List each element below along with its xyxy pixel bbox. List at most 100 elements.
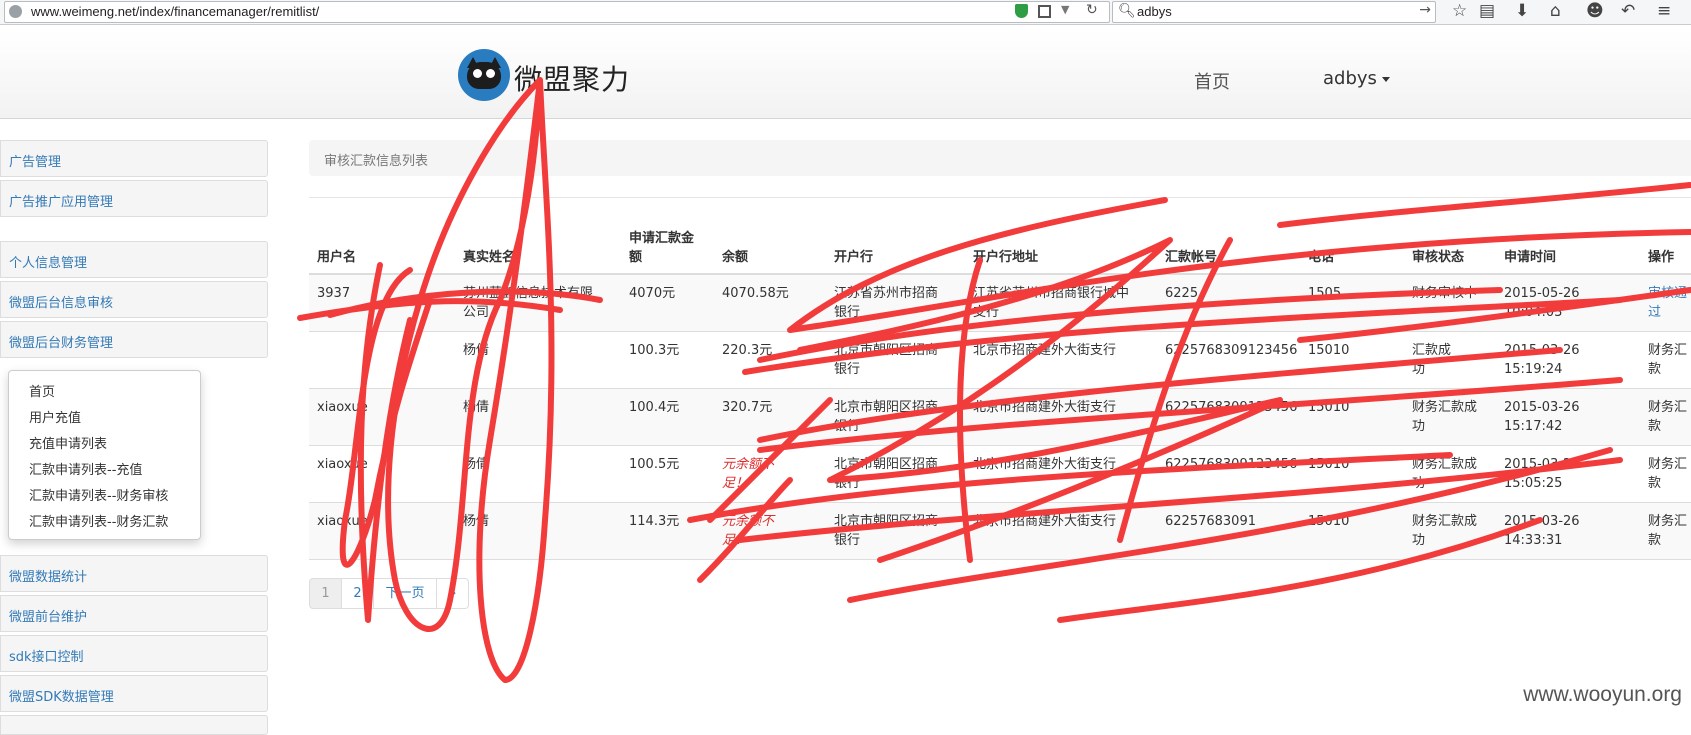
nav-home-link[interactable]: 首页 xyxy=(1194,68,1230,94)
cell-amount: 100.4元 xyxy=(629,400,680,415)
col-bank-address: 开户行地址 xyxy=(973,250,1039,265)
qr-icon[interactable] xyxy=(1038,5,1051,18)
menu-icon[interactable]: ≡ xyxy=(1657,1,1671,21)
cell-real-name: 杨倩 xyxy=(463,514,490,529)
sidebar-item-label: 微盟SDK数据管理 xyxy=(9,690,114,705)
sidebar-item-ad-management[interactable]: 广告管理 xyxy=(0,140,268,177)
cell-real-name: 苏州蓝鹤信息技术有限 公司 xyxy=(463,286,594,320)
cell-balance-warning: 元余额不 足！ xyxy=(722,514,775,548)
back-icon[interactable]: ↶ xyxy=(1621,1,1635,21)
submenu-item-remit-pay[interactable]: 汇款申请列表--财务汇款 xyxy=(29,511,168,530)
address-bar[interactable]: www.weimeng.net/index/financemanager/rem… xyxy=(4,1,1110,23)
sidebar-item-label: 广告管理 xyxy=(9,155,62,170)
cell-bank-address: 江苏省苏州市招商银行城中 支行 xyxy=(973,286,1130,320)
sidebar-item-ad-app-management[interactable]: 广告推广应用管理 xyxy=(0,180,268,217)
reader-icon[interactable]: ▤ xyxy=(1479,1,1495,21)
sidebar-item-more[interactable] xyxy=(0,715,268,735)
cell-bank-address: 北京市招商建外大街支行 xyxy=(973,400,1117,415)
sidebar-item-finance[interactable]: 微盟后台财务管理 xyxy=(0,321,268,358)
cell-bank: 北京市朝阳区招商 银行 xyxy=(834,514,939,548)
cell-status: 财务审核中 xyxy=(1412,286,1478,301)
sidebar-item-label: sdk接口控制 xyxy=(9,650,84,665)
cell-action: 财务汇款 xyxy=(1648,457,1688,491)
cell-action: 财务汇款 xyxy=(1648,400,1688,434)
table-row: xiaoxue 杨倩 114.3元 元余额不 足！ 北京市朝阳区招商 银行 北京… xyxy=(309,503,1691,560)
sidebar-item-label: 个人信息管理 xyxy=(9,256,88,271)
cell-real-name: 杨倩 xyxy=(463,400,490,415)
cell-time: 2015-03-26 15:19:24 xyxy=(1504,343,1580,377)
last-page-link[interactable]: » xyxy=(436,578,469,609)
sidebar-item-sdk-api[interactable]: sdk接口控制 xyxy=(0,635,268,672)
submenu-item-remit-review[interactable]: 汇款申请列表--财务审核 xyxy=(29,485,168,504)
cell-account: 6225768309123456 xyxy=(1165,343,1298,358)
cell-balance: 320.7元 xyxy=(722,400,773,415)
breadcrumb: 审核汇款信息列表 xyxy=(309,140,1691,176)
cell-balance: 4070.58元 xyxy=(722,286,789,301)
table-row: xiaoxue 杨倩 100.5元 元余额不 足！ 北京市朝阳区招商 银行 北京… xyxy=(309,446,1691,503)
cell-account: 62257683091 xyxy=(1165,514,1256,529)
col-username: 用户名 xyxy=(317,250,357,265)
logo-cat-icon[interactable] xyxy=(458,49,510,101)
col-time: 申请时间 xyxy=(1504,250,1557,265)
sidebar-item-profile[interactable]: 个人信息管理 xyxy=(0,241,268,278)
cell-balance-warning: 元余额不 足！ xyxy=(722,457,775,491)
cell-bank: 江苏省苏州市招商 银行 xyxy=(834,286,939,320)
logo-text[interactable]: 微盟聚力 xyxy=(514,58,630,98)
watermark: www.wooyun.org xyxy=(1523,683,1682,706)
sidebar-item-label: 微盟后台信息审核 xyxy=(9,296,114,311)
shield-icon[interactable] xyxy=(1015,4,1028,18)
cell-real-name: 杨倩 xyxy=(463,343,490,358)
cell-bank: 北京市朝阳区招商 银行 xyxy=(834,457,939,491)
sidebar-item-frontend[interactable]: 微盟前台维护 xyxy=(0,595,268,632)
sidebar-item-info-review[interactable]: 微盟后台信息审核 xyxy=(0,281,268,318)
col-bank: 开户行 xyxy=(834,250,874,265)
cell-phone: 15010 xyxy=(1308,514,1350,529)
cell-bank-address: 北京市招商建外大街支行 xyxy=(973,514,1117,529)
cell-phone: 1505 xyxy=(1308,286,1342,301)
submenu-item-remit-recharge[interactable]: 汇款申请列表--充值 xyxy=(29,459,142,478)
cell-username: 3937 xyxy=(317,286,351,301)
cell-username: xiaoxue xyxy=(317,514,368,529)
url-text[interactable]: www.weimeng.net/index/financemanager/rem… xyxy=(31,4,319,19)
cell-bank: 北京市朝阳区招商 银行 xyxy=(834,400,939,434)
star-icon[interactable]: ☆ xyxy=(1452,1,1467,21)
browser-search-field[interactable]: 🔍︎ adbys → xyxy=(1112,1,1436,23)
page-2[interactable]: 2 xyxy=(341,578,374,609)
next-page-link[interactable]: 下一页 xyxy=(373,578,437,609)
user-menu[interactable]: adbys xyxy=(1323,68,1390,89)
sidebar-item-label: 微盟后台财务管理 xyxy=(9,336,114,351)
download-icon[interactable]: ⬇ xyxy=(1515,1,1529,21)
dropdown-icon[interactable]: ▼ xyxy=(1061,3,1069,16)
col-status: 审核状态 xyxy=(1412,250,1465,265)
cell-phone: 15010 xyxy=(1308,457,1350,472)
sidebar-item-statistics[interactable]: 微盟数据统计 xyxy=(0,555,268,592)
cell-balance: 220.3元 xyxy=(722,343,773,358)
cell-time: 2015-03-26 14:33:31 xyxy=(1504,514,1580,548)
browser-search-text[interactable]: adbys xyxy=(1137,4,1172,19)
cell-time: 2015-03-26 15:05:25 xyxy=(1504,457,1580,491)
sidebar-item-sdk-data[interactable]: 微盟SDK数据管理 xyxy=(0,675,268,712)
go-arrow-icon[interactable]: → xyxy=(1419,2,1431,18)
table-row: xiaoxue 杨倩 100.4元 320.7元 北京市朝阳区招商 银行 北京市… xyxy=(309,389,1691,446)
page-1[interactable]: 1 xyxy=(309,578,342,609)
chat-icon[interactable]: ☻ xyxy=(1586,1,1604,21)
search-icon: 🔍︎ xyxy=(1118,3,1136,19)
submenu-item-home[interactable]: 首页 xyxy=(29,381,55,400)
refresh-icon[interactable]: ↻ xyxy=(1086,2,1098,18)
cell-real-name: 杨倩 xyxy=(463,457,490,472)
user-name: adbys xyxy=(1323,68,1377,89)
cell-account: 6225768309123456 xyxy=(1165,400,1298,415)
finance-submenu: 首页 用户充值 充值申请列表 汇款申请列表--充值 汇款申请列表--财务审核 汇… xyxy=(8,370,201,540)
home-icon[interactable]: ⌂ xyxy=(1550,1,1561,21)
cell-status: 汇款成 功 xyxy=(1412,343,1452,377)
cell-action: 财务汇款 xyxy=(1648,343,1688,377)
table-row: 3937 苏州蓝鹤信息技术有限 公司 4070元 4070.58元 江苏省苏州市… xyxy=(309,275,1691,332)
page-title: 审核汇款信息列表 xyxy=(324,154,429,169)
table-row: 杨倩 100.3元 220.3元 北京市朝阳区招商 银行 北京市招商建外大街支行… xyxy=(309,332,1691,389)
submenu-item-recharge-list[interactable]: 充值申请列表 xyxy=(29,433,107,452)
cell-username: xiaoxue xyxy=(317,457,368,472)
cell-username: xiaoxue xyxy=(317,400,368,415)
approve-link[interactable]: 审核通过 xyxy=(1648,284,1691,322)
submenu-item-recharge[interactable]: 用户充值 xyxy=(29,407,81,426)
cell-phone: 15010 xyxy=(1308,400,1350,415)
